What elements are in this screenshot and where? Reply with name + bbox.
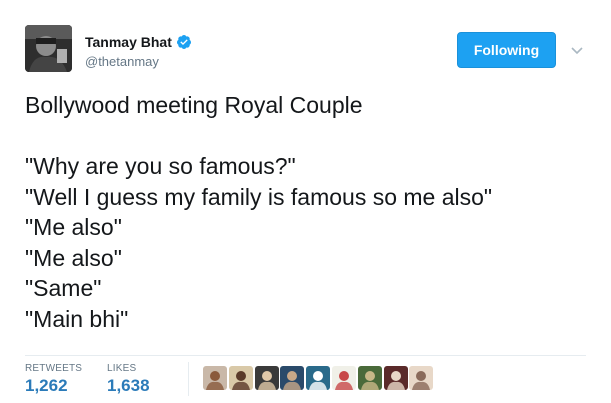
stats-divider: [25, 355, 586, 356]
chevron-down-icon[interactable]: [571, 43, 583, 55]
tweet-line: [25, 121, 492, 152]
tweet-line: "Why are you so famous?": [25, 153, 296, 179]
retweets-stat[interactable]: RETWEETS 1,262: [25, 363, 82, 396]
liker-avatar[interactable]: [383, 366, 408, 390]
tweet-line: Bollywood meeting Royal Couple: [25, 92, 363, 118]
liker-avatars: [203, 366, 435, 390]
tweet-line: "Well I guess my family is famous so me …: [25, 183, 493, 210]
verified-badge-icon: [176, 34, 192, 50]
stats-separator: [188, 362, 189, 396]
liker-avatar[interactable]: [357, 366, 382, 390]
tweet-line: "Me also": [25, 214, 122, 240]
tweet-line: "Main bhi": [25, 305, 129, 332]
liker-avatar[interactable]: [228, 366, 253, 390]
retweets-label: RETWEETS: [25, 363, 83, 374]
following-button[interactable]: Following: [457, 32, 556, 68]
avatar-image: [25, 25, 72, 72]
tweet-line: "Same": [25, 275, 102, 301]
profile-avatar[interactable]: [25, 25, 72, 72]
liker-avatar[interactable]: [254, 366, 279, 390]
tweet-text: Bollywood meeting Royal Couple "Why are …: [25, 90, 492, 334]
tweet-line: "Me also": [25, 244, 122, 271]
liker-avatar[interactable]: [409, 366, 434, 390]
retweets-count: 1,262: [25, 376, 68, 395]
user-name-row[interactable]: Tanmay Bhat: [85, 34, 192, 50]
user-handle[interactable]: @thetanmay: [85, 54, 159, 69]
likes-stat[interactable]: LIKES 1,638: [107, 363, 150, 396]
user-name[interactable]: Tanmay Bhat: [85, 34, 172, 50]
liker-avatar[interactable]: [331, 366, 356, 390]
likes-label: LIKES: [107, 363, 137, 374]
liker-avatar[interactable]: [306, 366, 331, 390]
likes-count: 1,638: [107, 376, 150, 395]
liker-avatar[interactable]: [280, 366, 305, 390]
liker-avatar[interactable]: [203, 366, 227, 390]
